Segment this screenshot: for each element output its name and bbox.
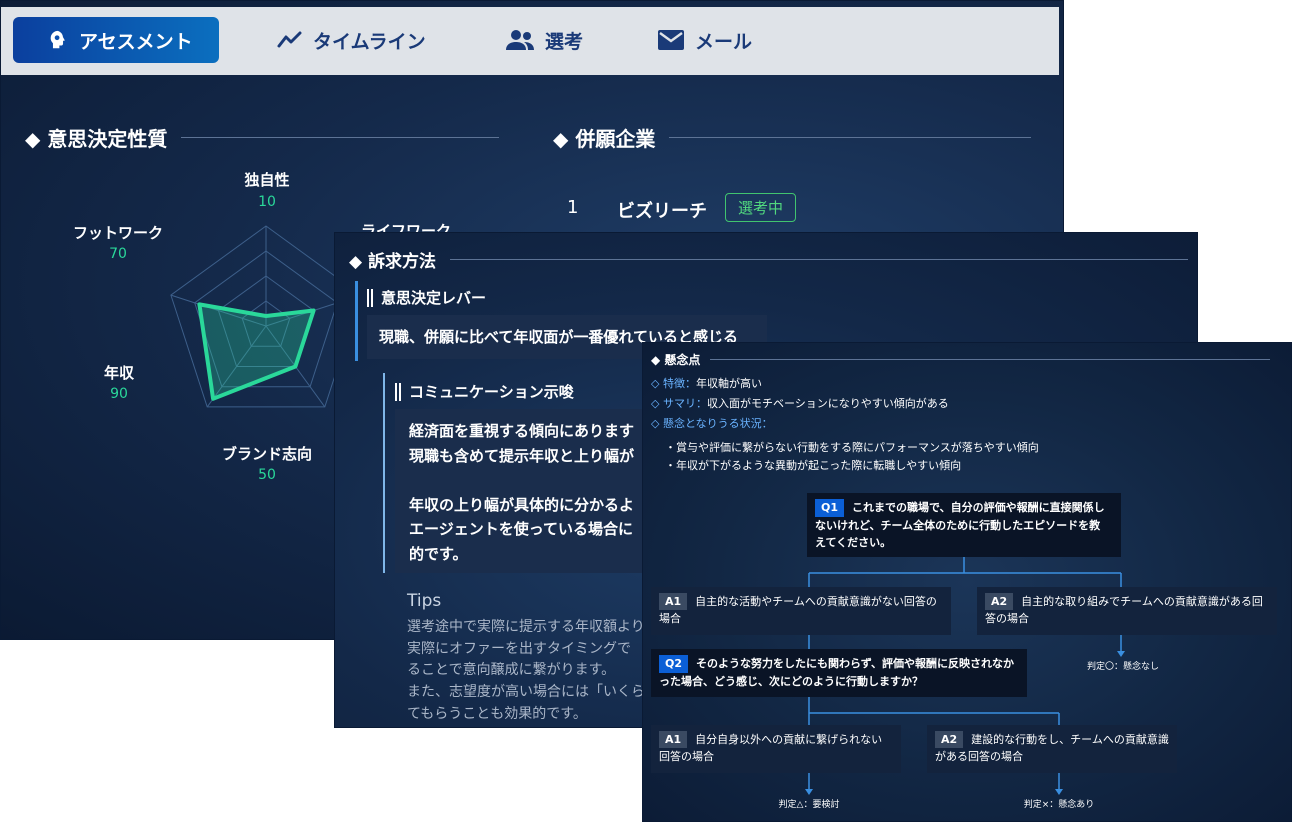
answer-tag: A1 [659, 731, 688, 749]
judgement-ng: 判定×：懸念あり [1023, 800, 1095, 810]
radar-axis-value: 70 [109, 246, 127, 262]
radar-axis-label: フットワーク [72, 224, 163, 242]
radar-axis-label: ブランド志向 [221, 445, 312, 463]
radar-axis-value: 50 [258, 467, 276, 483]
answer-tag: A2 [985, 593, 1014, 611]
trend-line-icon [277, 30, 303, 50]
companies-section-title: ◆ 併願企業 [553, 123, 1032, 152]
double-bar-icon [395, 382, 401, 401]
question-q1: Q1 これまでの職場で、自分の評価や報酬に直接関係しないけれど、チーム全体のために… [807, 493, 1121, 557]
lever-heading: 意思決定レバー [367, 287, 486, 308]
judgement-tbd: 判定△：要検討 [778, 800, 840, 810]
answer-tag: A1 [659, 593, 688, 611]
mail-icon [657, 29, 685, 51]
radar-axis-value: 90 [110, 386, 128, 402]
tab-label: タイムライン [313, 30, 426, 53]
situation-bullet: ・賞与や評価に繋がらない行動をする際にパフォーマンスが落ちやすい傾向 [665, 441, 1039, 454]
summary-line: ◇ サマリ：収入面がモチベーションになりやすい傾向がある [651, 397, 949, 410]
status-badge: 選考中 [725, 193, 797, 222]
appeal-section-title: ◆ 訴求方法 [349, 247, 1188, 272]
company-rank: 1 [567, 197, 579, 218]
tab-timeline[interactable]: タイムライン [277, 17, 426, 63]
tab-bar: アセスメント タイムライン 選考 メール [1, 7, 1059, 75]
company-name[interactable]: ビズリーチ [617, 197, 707, 223]
answer-q2-a2: A2 建設的な行動をし、チームへの貢献意識がある回答の場合 [927, 725, 1177, 773]
title-rule [669, 137, 1032, 138]
answer-tag: A2 [935, 731, 964, 749]
tab-assessment[interactable]: アセスメント [13, 17, 219, 63]
radar-axis-value: 10 [258, 194, 276, 210]
answer-q1-a1: A1 自主的な活動やチームへの貢献意識がない回答の場合 [651, 587, 951, 635]
title-rule [450, 259, 1188, 260]
radar-axis-label: 独自性 [244, 171, 290, 189]
title-rule [181, 137, 500, 138]
answer-q2-a1: A1 自分自身以外への貢献に繋げられない回答の場合 [651, 725, 901, 773]
question-q2: Q2 そのような努力をしたにも関わらず、評価や報酬に反映されなかった場合、どう感じ… [651, 649, 1027, 697]
tips-title: Tips [407, 591, 442, 611]
tab-selection[interactable]: 選考 [505, 17, 583, 63]
question-tag: Q2 [659, 655, 689, 673]
comm-text: 経済面を重視する傾向にあります 現職も含めて提示年収と上り幅が 年収の上り幅が具… [395, 409, 655, 573]
double-bar-icon [367, 288, 373, 307]
answer-q1-a2: A2 自主的な取り組みでチームへの貢献意識がある回答の場合 [977, 587, 1277, 635]
radar-axis-label: 年収 [103, 364, 134, 382]
tab-label: アセスメント [79, 30, 193, 53]
judgement-ok: 判定〇：懸念なし [1086, 662, 1159, 672]
tab-label: 選考 [545, 30, 584, 53]
brain-head-icon [47, 29, 69, 51]
situation-line: ◇ 懸念となりうる状況： [651, 417, 773, 430]
question-tag: Q1 [815, 499, 845, 517]
feature-line: ◇ 特徴：年収軸が高い [651, 377, 762, 390]
concern-section-title: ◆ 懸念点 [651, 351, 1271, 368]
title-rule [710, 359, 1271, 360]
decision-section-title: ◆ 意思決定性質 [25, 123, 500, 152]
tab-mail[interactable]: メール [657, 17, 752, 63]
users-icon [505, 29, 535, 51]
tips-text: 選考途中で実際に提示する年収額より 実際にオファーを出すタイミングで ることで意… [407, 619, 645, 722]
tab-label: メール [695, 30, 753, 53]
concern-panel: ◆ 懸念点 ◇ 特徴：年収軸が高い ◇ サマリ：収入面がモチベーションになりやす… [642, 342, 1292, 822]
radar-series [197, 302, 316, 401]
situation-bullet: ・年収が下がるような異動が起こった際に転職しやすい傾向 [665, 459, 962, 472]
lever-bar [355, 281, 358, 361]
stage: アセスメント タイムライン 選考 メール ◆ 意思決定性質 独自性 10 ライフ… [0, 0, 1292, 822]
comm-heading: コミュニケーション示唆 [395, 381, 574, 402]
comm-bar [383, 373, 385, 573]
